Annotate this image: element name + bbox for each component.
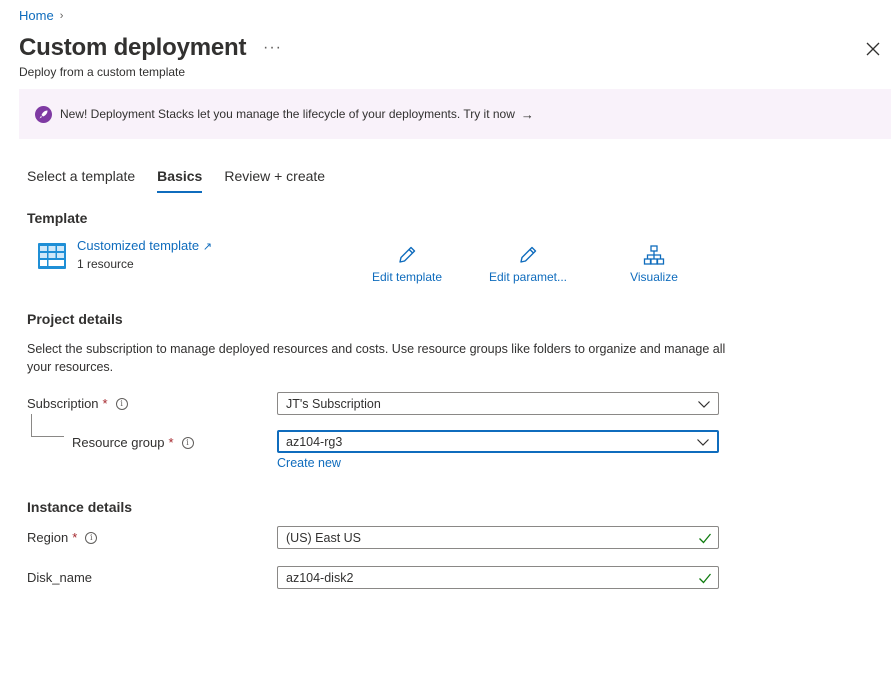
customized-template-label: Customized template [77, 238, 200, 253]
pencil-icon [520, 246, 537, 263]
visualize-label: Visualize [630, 270, 678, 284]
template-heading: Template [27, 210, 88, 226]
deployment-stacks-banner[interactable]: New! Deployment Stacks let you manage th… [19, 89, 891, 139]
close-icon [866, 42, 880, 56]
pencil-icon [399, 246, 416, 263]
edit-template-button[interactable]: Edit template [368, 244, 446, 284]
template-grid-icon [38, 243, 66, 269]
region-label: Region [27, 530, 69, 545]
instance-details-heading: Instance details [27, 499, 133, 515]
required-marker: * [102, 396, 108, 411]
edit-parameters-label: Edit paramet... [488, 270, 568, 284]
external-link-icon: ↗ [202, 241, 212, 253]
tab-basics[interactable]: Basics [157, 168, 203, 193]
subscription-value: JT's Subscription [286, 396, 381, 411]
required-marker: * [72, 530, 78, 545]
breadcrumb-separator: › [59, 9, 64, 22]
tree-connector [31, 414, 32, 436]
customized-template-link[interactable]: Customized template ↗ [77, 238, 212, 253]
info-icon[interactable]: i [181, 436, 194, 449]
page-subtitle: Deploy from a custom template [19, 65, 186, 79]
arrow-right-icon: → [520, 106, 534, 122]
edit-template-label: Edit template [371, 270, 443, 284]
tab-review-create[interactable]: Review + create [224, 168, 325, 192]
required-marker: * [168, 435, 174, 450]
disk-name-input[interactable]: az104-disk2 [277, 566, 719, 589]
region-input[interactable]: (US) East US [277, 526, 719, 549]
subscription-dropdown[interactable]: JT's Subscription [277, 392, 719, 415]
rocket-icon [35, 105, 52, 123]
disk-name-value: az104-disk2 [286, 570, 354, 585]
resource-group-label-row: Resource group * i [72, 435, 194, 450]
banner-text: New! Deployment Stacks let you manage th… [60, 107, 515, 121]
close-button[interactable] [862, 38, 884, 60]
project-details-description: Select the subscription to manage deploy… [27, 342, 726, 374]
page-title: Custom deployment [19, 34, 247, 61]
wizard-tabs: Select a template Basics Review + create [27, 168, 347, 193]
edit-parameters-button[interactable]: Edit paramet... [485, 244, 571, 284]
checkmark-icon [699, 533, 712, 543]
chevron-down-icon [697, 438, 709, 446]
resource-count: 1 resource [77, 257, 134, 271]
disk-name-label: Disk_name [27, 570, 93, 585]
region-label-row: Region * i [27, 530, 98, 545]
resource-group-label: Resource group [72, 435, 165, 450]
project-details-heading: Project details [27, 311, 123, 327]
resource-group-dropdown[interactable]: az104-rg3 [277, 430, 719, 453]
info-icon[interactable]: i [85, 531, 98, 544]
breadcrumb: Home › [19, 8, 63, 23]
tab-select-a-template[interactable]: Select a template [27, 168, 135, 192]
create-new-link[interactable]: Create new [277, 456, 341, 470]
chevron-down-icon [698, 400, 710, 408]
tree-connector [31, 436, 64, 437]
region-value: (US) East US [286, 530, 362, 545]
subscription-label-row: Subscription * i [27, 396, 128, 411]
breadcrumb-home-link[interactable]: Home [19, 8, 54, 23]
hierarchy-icon [643, 245, 665, 265]
more-options-button[interactable]: ··· [263, 39, 282, 57]
info-icon[interactable]: i [115, 397, 128, 410]
visualize-button[interactable]: Visualize [624, 244, 684, 284]
disk-name-label-row: Disk_name [27, 570, 92, 585]
subscription-label: Subscription [27, 396, 99, 411]
resource-group-value: az104-rg3 [286, 434, 343, 449]
checkmark-icon [699, 573, 712, 583]
